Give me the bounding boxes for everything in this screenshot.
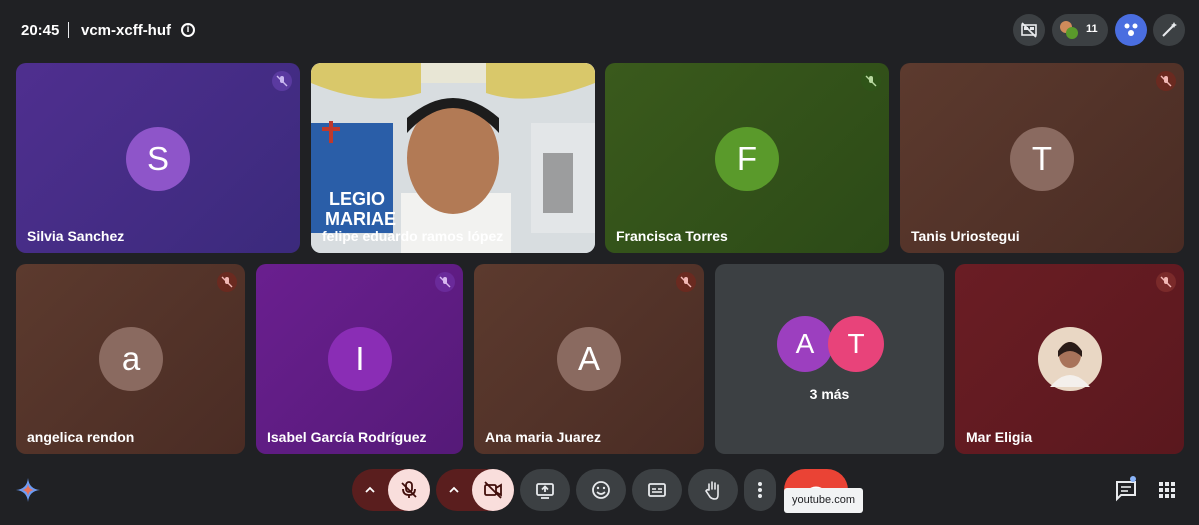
- mic-off-indicator: [272, 71, 292, 91]
- chevron-up-icon: [449, 486, 459, 493]
- avatar: T: [828, 316, 884, 372]
- participant-tile[interactable]: F Francisca Torres: [605, 63, 889, 253]
- activities-icon: [1124, 23, 1138, 36]
- more-participants-tile[interactable]: A T 3 más: [715, 264, 944, 454]
- mic-off-icon: [865, 75, 877, 87]
- participant-name: angelica rendon: [27, 429, 135, 445]
- mic-off-indicator: [1156, 272, 1176, 292]
- mic-off-indicator: [861, 71, 881, 91]
- participant-tile[interactable]: a angelica rendon: [16, 264, 245, 454]
- participant-name: felipe eduardo ramos lópez: [322, 228, 504, 244]
- mic-off-icon: [276, 75, 288, 87]
- avatar: a: [99, 327, 163, 391]
- meeting-time: 20:45: [21, 22, 60, 39]
- camera-options-button[interactable]: [436, 469, 472, 511]
- more-participants-label: 3 más: [809, 386, 850, 402]
- hide-tiles-icon: [1021, 22, 1037, 38]
- participant-tile[interactable]: S Silvia Sanchez: [16, 63, 300, 253]
- chevron-up-icon: [365, 486, 375, 493]
- avatar: T: [1010, 127, 1074, 191]
- avatar: F: [715, 127, 779, 191]
- captions-button[interactable]: [632, 469, 682, 511]
- mic-off-icon: [439, 276, 451, 288]
- people-avatar: [1066, 27, 1078, 39]
- participant-video-tile[interactable]: LEGIO MARIAE felipe eduardo ramos lópez: [311, 63, 595, 253]
- meeting-code: vcm-xcff-huf: [81, 22, 172, 39]
- gemini-button[interactable]: [12, 474, 44, 506]
- apps-grid-icon: [1159, 482, 1175, 498]
- participant-name: Isabel García Rodríguez: [267, 429, 427, 445]
- mic-off-icon: [401, 481, 417, 498]
- participant-tile[interactable]: T Tanis Uriostegui: [900, 63, 1184, 253]
- present-icon: [536, 483, 554, 499]
- activities-button[interactable]: [1115, 14, 1147, 46]
- info-icon[interactable]: i: [181, 23, 195, 37]
- top-bar: 20:45 vcm-xcff-huf i 11: [0, 0, 1199, 60]
- mic-options-button[interactable]: [352, 469, 388, 511]
- hide-tiles-button[interactable]: [1013, 14, 1045, 46]
- background-text: MARIAE: [325, 209, 396, 229]
- mic-off-indicator: [435, 272, 455, 292]
- participant-name: Ana maria Juarez: [485, 429, 601, 445]
- chat-icon: [1116, 476, 1136, 502]
- avatar: I: [328, 327, 392, 391]
- mic-off-icon: [1160, 276, 1172, 288]
- link-tooltip: youtube.com: [784, 488, 863, 513]
- captions-icon: [648, 483, 666, 497]
- people-button[interactable]: 11: [1052, 14, 1108, 46]
- mic-off-icon: [1160, 75, 1172, 87]
- more-options-icon: [758, 482, 762, 498]
- raise-hand-icon: [705, 481, 719, 500]
- mic-off-icon: [680, 276, 692, 288]
- avatar: A: [557, 327, 621, 391]
- avatar: S: [126, 127, 190, 191]
- gemini-icon: [16, 478, 40, 502]
- emoji-button[interactable]: [576, 469, 626, 511]
- profile-photo: [1038, 327, 1102, 391]
- mic-off-indicator: [676, 272, 696, 292]
- background-text: LEGIO: [329, 189, 386, 209]
- mic-toggle-button[interactable]: [388, 469, 430, 511]
- participant-tile[interactable]: A Ana maria Juarez: [474, 264, 704, 454]
- apps-button[interactable]: [1153, 476, 1181, 504]
- effects-icon: [1162, 22, 1177, 37]
- camera-toggle-button[interactable]: [472, 469, 514, 511]
- raise-hand-button[interactable]: [688, 469, 738, 511]
- divider: [68, 22, 69, 38]
- mic-off-indicator: [1156, 71, 1176, 91]
- participant-name: Francisca Torres: [616, 228, 728, 244]
- avatar: A: [777, 316, 833, 372]
- emoji-icon: [592, 481, 610, 499]
- participant-name: Silvia Sanchez: [27, 228, 125, 244]
- people-count: 11: [1086, 23, 1098, 35]
- camera-off-icon: [484, 481, 502, 499]
- participant-tile[interactable]: I Isabel García Rodríguez: [256, 264, 463, 454]
- participant-tile[interactable]: Mar Eligia: [955, 264, 1184, 454]
- mic-off-icon: [221, 276, 233, 288]
- effects-button[interactable]: [1153, 14, 1185, 46]
- mic-off-indicator: [217, 272, 237, 292]
- more-options-button[interactable]: [744, 469, 776, 511]
- participant-name: Tanis Uriostegui: [911, 228, 1020, 244]
- participant-name: Mar Eligia: [966, 429, 1033, 445]
- present-button[interactable]: [520, 469, 570, 511]
- chat-button[interactable]: [1112, 476, 1140, 504]
